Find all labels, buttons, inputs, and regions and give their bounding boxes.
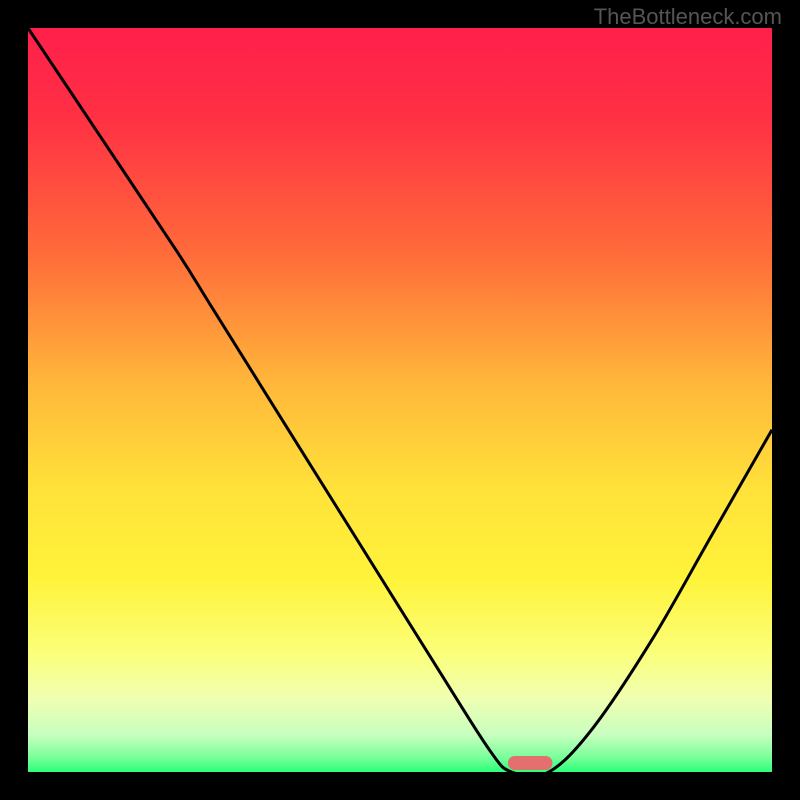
optimal-marker: [508, 756, 553, 770]
watermark-text: TheBottleneck.com: [594, 4, 782, 30]
marker-layer: [508, 756, 553, 770]
chart-container: [28, 28, 772, 772]
chart-svg: [28, 28, 772, 772]
chart-background: [28, 28, 772, 772]
